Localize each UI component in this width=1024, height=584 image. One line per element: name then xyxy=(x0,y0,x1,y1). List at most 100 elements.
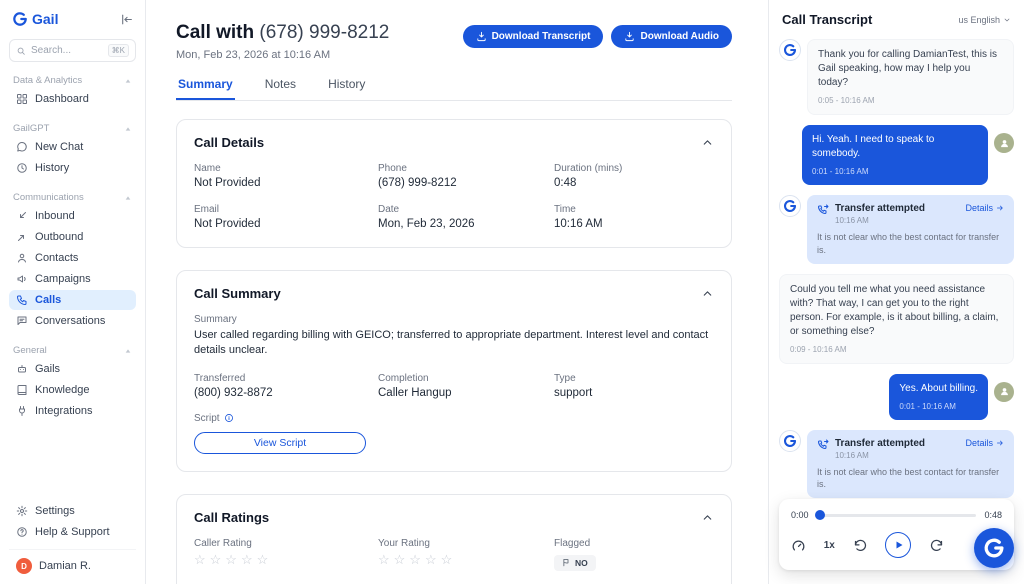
caret-up-icon xyxy=(124,125,132,133)
tab-summary[interactable]: Summary xyxy=(176,77,235,100)
knowledge-icon xyxy=(16,384,28,396)
download-audio-button[interactable]: Download Audio xyxy=(611,25,732,48)
replay-icon[interactable] xyxy=(853,538,868,553)
field-phone: Phone (678) 999-8212 xyxy=(378,163,554,189)
help-icon xyxy=(16,526,28,538)
search-icon xyxy=(16,46,26,56)
gail-avatar xyxy=(779,195,801,217)
field-time: Time 10:16 AM xyxy=(554,204,714,230)
transfer-time: 10:16 AM xyxy=(835,216,959,225)
section-communications[interactable]: Communications xyxy=(13,192,132,203)
field-type: Type support xyxy=(554,373,714,399)
playback-speed[interactable]: 1x xyxy=(824,540,835,551)
field-value: Caller Hangup xyxy=(378,387,554,399)
message-time: 0:05 - 10:16 AM xyxy=(818,95,1003,106)
field-label: Email xyxy=(194,204,378,215)
transfer-details-link[interactable]: Details xyxy=(965,203,1004,213)
field-label: Your Rating xyxy=(378,538,554,549)
sidebar-item-label: Conversations xyxy=(35,315,105,327)
slider-knob[interactable] xyxy=(815,510,825,520)
gail-widget-button[interactable] xyxy=(974,528,1014,568)
message-text: Thank you for calling DamianTest, this i… xyxy=(818,48,1003,90)
call-details-card: Call Details Name Not Provided Phone (67… xyxy=(176,119,732,248)
section-label: Communications xyxy=(13,192,84,203)
field-value: (800) 932-8872 xyxy=(194,387,378,399)
search-box[interactable]: ⌘K xyxy=(9,39,136,62)
sidebar-item-knowledge[interactable]: Knowledge xyxy=(9,380,136,400)
sidebar-item-conversations[interactable]: Conversations xyxy=(9,311,136,331)
sidebar-item-label: Knowledge xyxy=(35,384,89,396)
forward-icon[interactable] xyxy=(929,538,944,553)
flagged: Flagged NO xyxy=(554,538,714,573)
user-menu[interactable]: D Damian R. xyxy=(9,549,136,576)
sidebar-item-settings[interactable]: Settings xyxy=(9,501,136,521)
total-time: 0:48 xyxy=(984,510,1002,520)
message-text: Yes. About billing. xyxy=(899,382,978,396)
language-label: us English xyxy=(958,15,1000,25)
search-shortcut: ⌘K xyxy=(108,44,129,57)
field-label: Type xyxy=(554,373,714,384)
field-label: Duration (mins) xyxy=(554,163,714,174)
seek-slider[interactable] xyxy=(817,514,977,517)
sidebar-item-gails[interactable]: Gails xyxy=(9,359,136,379)
speed-gauge-icon[interactable] xyxy=(791,538,806,553)
download-transcript-button[interactable]: Download Transcript xyxy=(463,25,604,48)
section-data-analytics[interactable]: Data & Analytics xyxy=(13,75,132,86)
sidebar-item-outbound[interactable]: Outbound xyxy=(9,227,136,247)
sidebar-item-label: Gails xyxy=(35,363,60,375)
call-ratings-card: Call Ratings Caller Rating ☆☆☆☆☆ Your Ra… xyxy=(176,494,732,584)
field-transferred: Transferred (800) 932-8872 xyxy=(194,373,378,399)
app-logo[interactable]: Gail xyxy=(12,11,58,27)
language-selector[interactable]: us English xyxy=(958,15,1011,25)
section-label: General xyxy=(13,345,47,356)
play-button[interactable] xyxy=(885,532,911,558)
message-time: 0:01 - 10:16 AM xyxy=(812,166,978,177)
caret-up-icon xyxy=(124,77,132,85)
info-icon[interactable] xyxy=(224,413,234,423)
summary-label: Summary xyxy=(194,314,714,325)
your-rating-stars[interactable]: ☆☆☆☆☆ xyxy=(378,552,554,568)
collapse-sidebar-icon[interactable] xyxy=(120,13,133,26)
field-completion: Completion Caller Hangup xyxy=(378,373,554,399)
chevron-up-icon[interactable] xyxy=(701,511,714,524)
caller-rating-stars[interactable]: ☆☆☆☆☆ xyxy=(194,552,378,568)
new-chat-icon xyxy=(16,141,28,153)
search-input[interactable] xyxy=(31,45,103,56)
tab-bar: Summary Notes History xyxy=(176,77,732,101)
transfer-title: Transfer attempted xyxy=(835,203,959,214)
sidebar-item-label: Settings xyxy=(35,505,75,517)
sidebar-item-new-chat[interactable]: New Chat xyxy=(9,137,136,157)
flagged-value: NO xyxy=(575,558,588,568)
transfer-card: Transfer attempted 10:16 AM Details It i… xyxy=(807,430,1014,498)
sidebar-item-help-support[interactable]: Help & Support xyxy=(9,522,136,542)
gails-icon xyxy=(16,363,28,375)
chevron-up-icon[interactable] xyxy=(701,136,714,149)
sidebar-item-campaigns[interactable]: Campaigns xyxy=(9,269,136,289)
user-message: Hi. Yeah. I need to speak to somebody. 0… xyxy=(779,125,1014,185)
user-name: Damian R. xyxy=(39,560,91,572)
tab-notes[interactable]: Notes xyxy=(263,77,298,100)
page-title-phone: (678) 999-8212 xyxy=(259,22,389,43)
download-icon xyxy=(476,31,487,42)
field-label: Time xyxy=(554,204,714,215)
sidebar-item-label: Calls xyxy=(35,294,61,306)
page-title: Call with (678) 999-8212 xyxy=(176,22,389,44)
agent-message: Thank you for calling DamianTest, this i… xyxy=(779,39,1014,115)
sidebar-item-history[interactable]: History xyxy=(9,158,136,178)
section-gailgpt[interactable]: GailGPT xyxy=(13,123,132,134)
section-general[interactable]: General xyxy=(13,345,132,356)
gail-logo-icon xyxy=(12,11,28,27)
sidebar-item-dashboard[interactable]: Dashboard xyxy=(9,89,136,109)
download-transcript-label: Download Transcript xyxy=(492,31,591,42)
sidebar-item-contacts[interactable]: Contacts xyxy=(9,248,136,268)
transfer-details-link[interactable]: Details xyxy=(965,438,1004,448)
tab-history[interactable]: History xyxy=(326,77,367,100)
field-label: Date xyxy=(378,204,554,215)
arrow-right-icon xyxy=(996,439,1004,447)
sidebar-item-inbound[interactable]: Inbound xyxy=(9,206,136,226)
chevron-up-icon[interactable] xyxy=(701,287,714,300)
sidebar-item-integrations[interactable]: Integrations xyxy=(9,401,136,421)
download-icon xyxy=(624,31,635,42)
view-script-button[interactable]: View Script xyxy=(194,432,366,454)
sidebar-item-calls[interactable]: Calls xyxy=(9,290,136,310)
